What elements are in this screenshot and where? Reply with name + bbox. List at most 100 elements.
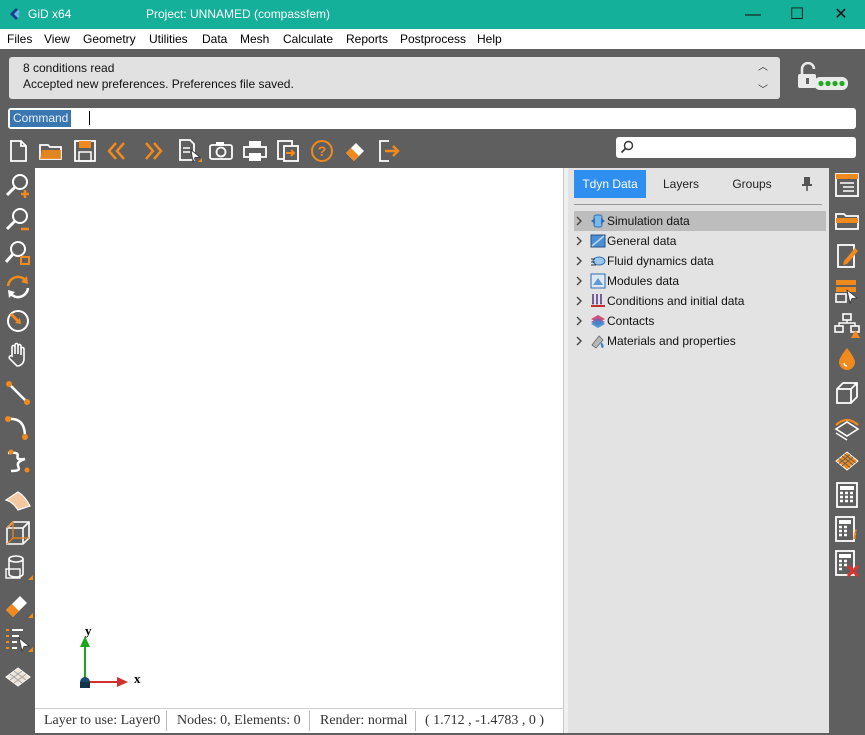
search-icon — [620, 140, 634, 154]
calculator-cancel-icon[interactable] — [833, 549, 861, 577]
maximize-button[interactable]: ☐ — [775, 0, 819, 29]
edit-icon[interactable] — [833, 242, 861, 270]
calculator-icon[interactable] — [833, 481, 861, 509]
status-layer[interactable]: Layer to use: Layer0 — [44, 713, 160, 729]
pin-icon[interactable] — [800, 176, 814, 192]
unlock-icon[interactable] — [795, 62, 849, 94]
gid-logo-icon — [10, 8, 20, 20]
export-icon[interactable] — [275, 138, 301, 164]
menu-data[interactable]: Data — [202, 32, 227, 46]
tree-item-label: Modules data — [607, 274, 680, 288]
chevron-right-icon[interactable] — [574, 274, 584, 288]
tree-item-label: Fluid dynamics data — [607, 254, 714, 268]
camera-icon[interactable] — [208, 138, 234, 164]
help-icon[interactable]: ? — [309, 138, 335, 164]
command-line[interactable]: Command — [8, 108, 856, 129]
data-tree-icon[interactable] — [833, 171, 861, 199]
drop-icon[interactable] — [833, 345, 861, 373]
layers-icon[interactable] — [833, 413, 861, 441]
calculator-info-icon[interactable]: i — [833, 515, 861, 543]
menu-postprocess[interactable]: Postprocess — [400, 32, 466, 46]
project-title: Project: UNNAMED (compassfem) — [146, 7, 331, 21]
list-select-icon[interactable] — [3, 624, 33, 654]
hierarchy-icon[interactable] — [833, 311, 861, 339]
chevron-right-icon[interactable] — [574, 294, 584, 308]
zoom-out-icon[interactable] — [3, 204, 33, 234]
tree-item-contacts[interactable]: Contacts — [574, 311, 826, 331]
menu-help[interactable]: Help — [477, 32, 502, 46]
tree-item-fluid-dynamics-data[interactable]: Fluid dynamics data — [574, 251, 826, 271]
nurbs-line-icon[interactable] — [3, 446, 33, 476]
tree-item-conditions-and-initial-data[interactable]: Conditions and initial data — [574, 291, 826, 311]
close-button[interactable]: ✕ — [819, 0, 863, 29]
zoom-frame-icon[interactable] — [3, 238, 33, 268]
surface-icon[interactable] — [3, 484, 33, 514]
eraser-icon[interactable] — [342, 138, 368, 164]
open-folder-icon[interactable] — [38, 138, 64, 164]
search-box[interactable] — [616, 137, 856, 158]
rotate-icon[interactable] — [3, 272, 33, 302]
minimize-button[interactable]: — — [731, 0, 775, 29]
box-icon[interactable] — [833, 379, 861, 407]
chevron-right-icon[interactable] — [574, 254, 584, 268]
save-icon[interactable] — [72, 138, 98, 164]
line-icon[interactable] — [3, 378, 33, 408]
document-select-icon[interactable] — [176, 138, 202, 164]
menu-view[interactable]: View — [44, 32, 70, 46]
selection-icon[interactable] — [833, 277, 861, 305]
new-file-icon[interactable] — [5, 138, 31, 164]
chevron-right-icon[interactable] — [574, 314, 584, 328]
arc-icon[interactable] — [3, 412, 33, 442]
menu-geometry[interactable]: Geometry — [83, 32, 136, 46]
tree-item-label: Simulation data — [607, 214, 690, 228]
materials-icon — [591, 335, 604, 349]
menu-utilities[interactable]: Utilities — [149, 32, 188, 46]
simulation-icon — [591, 214, 605, 228]
chevron-right-icon[interactable] — [574, 334, 584, 348]
delete-icon[interactable] — [3, 590, 33, 620]
tree-item-materials-and-properties[interactable]: Materials and properties — [574, 331, 826, 351]
menu-calculate[interactable]: Calculate — [283, 32, 333, 46]
redo-icon[interactable] — [139, 138, 165, 164]
modules-icon — [590, 273, 606, 289]
tab-groups[interactable]: Groups — [718, 170, 786, 198]
render-icon[interactable] — [3, 662, 33, 692]
rotate-center-icon[interactable] — [3, 306, 33, 336]
folder-icon[interactable] — [833, 207, 861, 235]
menu-files[interactable]: Files — [7, 32, 32, 46]
menu-mesh[interactable]: Mesh — [240, 32, 269, 46]
tab-tdyn-data[interactable]: Tdyn Data — [574, 170, 646, 198]
graphics-canvas[interactable]: y x — [35, 168, 563, 708]
chevron-right-icon[interactable] — [574, 234, 584, 248]
contacts-icon — [591, 315, 605, 328]
tree-item-modules-data[interactable]: Modules data — [574, 271, 826, 291]
svg-text:i: i — [853, 528, 857, 543]
message-scroll-down-button[interactable]: ﹀ — [758, 81, 768, 96]
status-separator — [415, 711, 416, 731]
status-separator — [166, 711, 167, 731]
status-coordinates: ( 1.712 , -1.4783 , 0 ) — [425, 713, 544, 728]
command-label: Command — [10, 110, 72, 127]
status-separator — [309, 711, 310, 731]
title-bar: GiD x64 Project: UNNAMED (compassfem) — … — [0, 0, 865, 29]
undo-icon[interactable] — [105, 138, 131, 164]
tab-underline — [574, 204, 822, 205]
exit-icon[interactable] — [377, 138, 403, 164]
chevron-right-icon[interactable] — [574, 214, 584, 228]
pan-hand-icon[interactable] — [3, 340, 33, 370]
tree-item-general-data[interactable]: General data — [574, 231, 826, 251]
menu-reports[interactable]: Reports — [346, 32, 388, 46]
status-render[interactable]: Render: normal — [320, 713, 407, 729]
tree-item-label: Contacts — [607, 314, 655, 328]
print-icon[interactable] — [242, 138, 268, 164]
mesh-surface-icon[interactable] — [833, 447, 861, 475]
zoom-in-icon[interactable] — [3, 170, 33, 200]
status-bar: Layer to use: Layer0 Nodes: 0, Elements:… — [35, 708, 563, 733]
axis-x-label: x — [134, 671, 141, 686]
volume-icon[interactable] — [3, 518, 33, 548]
cylinder-icon[interactable] — [3, 552, 33, 582]
tab-layers[interactable]: Layers — [648, 170, 714, 198]
message-line: 8 conditions read — [23, 61, 115, 75]
tree-item-simulation-data[interactable]: Simulation data — [574, 211, 826, 231]
message-scroll-up-button[interactable]: ︿ — [758, 58, 768, 73]
